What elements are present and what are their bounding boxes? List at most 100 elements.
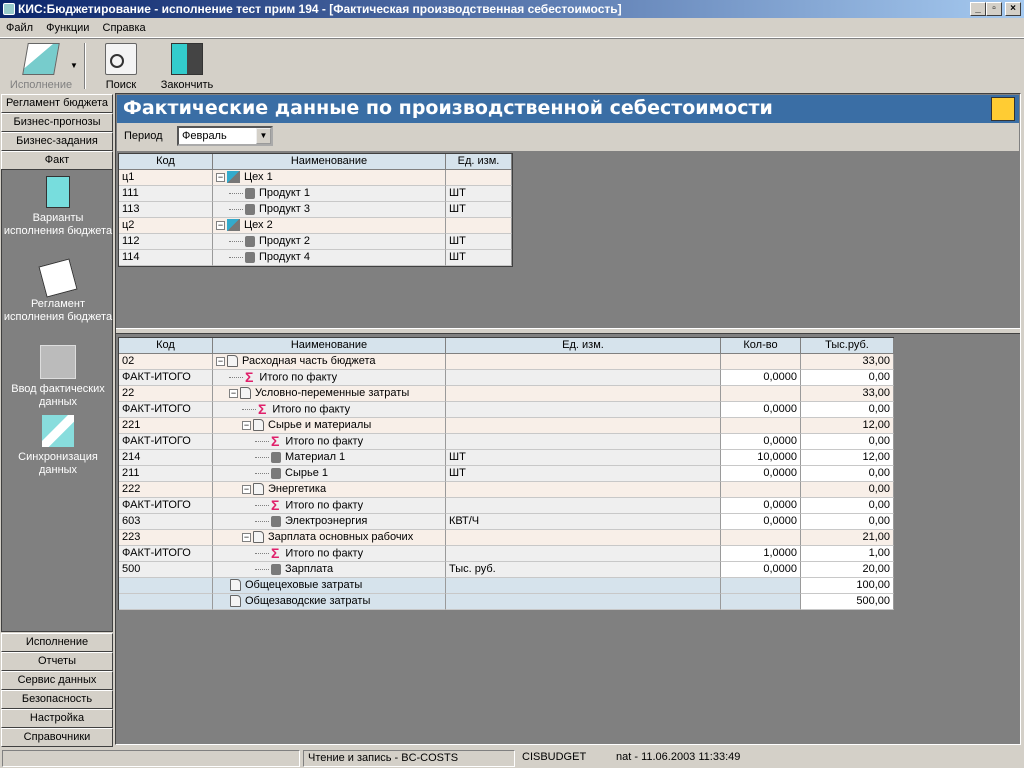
sidebar-link-fact-data-entry[interactable]: Ввод фактических данных bbox=[2, 345, 114, 409]
cell-sum[interactable]: 12,00 bbox=[801, 418, 894, 434]
period-value: Февраль bbox=[182, 130, 227, 142]
sidebar-item-directories[interactable]: Справочники bbox=[1, 728, 113, 747]
hierarchy-icon[interactable] bbox=[991, 97, 1015, 121]
cell-unit: ШТ bbox=[446, 450, 721, 466]
menu-functions[interactable]: Функции bbox=[46, 22, 89, 34]
cell-unit bbox=[446, 578, 721, 594]
tree-collapse-icon[interactable]: − bbox=[242, 484, 251, 494]
menu-help[interactable]: Справка bbox=[103, 22, 146, 34]
cell-sum[interactable]: 0,00 bbox=[801, 482, 894, 498]
dropdown-arrow-icon[interactable]: ▼ bbox=[70, 61, 78, 70]
cell-qty[interactable]: 0,0000 bbox=[721, 562, 801, 578]
cell-sum[interactable]: 0,00 bbox=[801, 370, 894, 386]
cell-qty[interactable] bbox=[721, 418, 801, 434]
sidebar-item-settings[interactable]: Настройка bbox=[1, 709, 113, 728]
cell-sum[interactable]: 0,00 bbox=[801, 434, 894, 450]
cell-qty[interactable]: 10,0000 bbox=[721, 450, 801, 466]
tree-collapse-icon[interactable]: − bbox=[216, 356, 225, 366]
tree-collapse-icon[interactable]: − bbox=[216, 172, 225, 182]
tree-collapse-icon[interactable]: − bbox=[229, 388, 238, 398]
cell-sum[interactable]: 33,00 bbox=[801, 354, 894, 370]
cell-qty[interactable]: 0,0000 bbox=[721, 370, 801, 386]
cell-qty[interactable] bbox=[721, 594, 801, 610]
cell-sum[interactable]: 500,00 bbox=[801, 594, 894, 610]
row-name: Продукт 3 bbox=[259, 203, 310, 215]
sidebar-item-business-forecasts[interactable]: Бизнес-прогнозы bbox=[1, 113, 113, 132]
sidebar-item-fact[interactable]: Факт bbox=[1, 151, 113, 170]
row-name: Условно-переменные затраты bbox=[255, 387, 410, 399]
sidebar-item-business-tasks[interactable]: Бизнес-задания bbox=[1, 132, 113, 151]
cell-qty[interactable]: 0,0000 bbox=[721, 514, 801, 530]
cell-sum[interactable]: 1,00 bbox=[801, 546, 894, 562]
execution-button[interactable]: Исполнение ▼ bbox=[2, 43, 80, 91]
row-name: Зарплата bbox=[285, 563, 334, 575]
cell-qty[interactable]: 0,0000 bbox=[721, 466, 801, 482]
cell-sum[interactable]: 21,00 bbox=[801, 530, 894, 546]
tree-line bbox=[229, 377, 243, 378]
tree-collapse-icon[interactable]: − bbox=[216, 220, 225, 230]
cell-sum[interactable]: 20,00 bbox=[801, 562, 894, 578]
cell-name: Продукт 1 bbox=[213, 186, 446, 202]
splitter[interactable] bbox=[116, 328, 1020, 334]
sidebar-item-security[interactable]: Безопасность bbox=[1, 690, 113, 709]
status-user: nat - 11.06.2003 11:33:49 bbox=[616, 751, 741, 763]
sidebar-link-budget-variants[interactable]: Варианты исполнения бюджета bbox=[2, 176, 114, 238]
column-header[interactable]: Тыс.руб. bbox=[801, 338, 894, 354]
cell-qty[interactable] bbox=[721, 354, 801, 370]
cell-qty[interactable] bbox=[721, 386, 801, 402]
column-header[interactable]: Кол-во bbox=[721, 338, 801, 354]
exit-door-icon bbox=[171, 43, 203, 75]
cell-unit bbox=[446, 170, 512, 186]
maximize-button[interactable]: ▫ bbox=[986, 2, 1002, 16]
sidebar-item-execution[interactable]: Исполнение bbox=[1, 633, 113, 652]
cell-code: 223 bbox=[119, 530, 213, 546]
sidebar-item-budget-regulation[interactable]: Регламент бюджета bbox=[1, 94, 113, 113]
column-header[interactable]: Наименование bbox=[213, 338, 446, 354]
column-header[interactable]: Ед. изм. bbox=[446, 338, 721, 354]
cell-unit: ШТ bbox=[446, 466, 721, 482]
cell-sum[interactable]: 33,00 bbox=[801, 386, 894, 402]
cell-qty[interactable]: 0,0000 bbox=[721, 498, 801, 514]
cell-qty[interactable] bbox=[721, 530, 801, 546]
cell-sum[interactable]: 0,00 bbox=[801, 498, 894, 514]
cell-name: Продукт 4 bbox=[213, 250, 446, 266]
sidebar-link-execution-regulation[interactable]: Регламент исполнения бюджета bbox=[2, 258, 114, 324]
cell-sum[interactable]: 0,00 bbox=[801, 466, 894, 482]
column-header[interactable]: Ед. изм. bbox=[446, 154, 512, 170]
main-area: Фактические данные по производственной с… bbox=[115, 93, 1021, 745]
minimize-button[interactable]: _ bbox=[970, 2, 986, 16]
cell-qty[interactable]: 0,0000 bbox=[721, 402, 801, 418]
cell-code: 211 bbox=[119, 466, 213, 482]
cell-sum[interactable]: 12,00 bbox=[801, 450, 894, 466]
cell-sum[interactable]: 100,00 bbox=[801, 578, 894, 594]
cell-sum[interactable]: 0,00 bbox=[801, 402, 894, 418]
tree-collapse-icon[interactable]: − bbox=[242, 532, 251, 542]
period-select[interactable]: Февраль ▼ bbox=[177, 126, 273, 146]
cell-code: ФАКТ-ИТОГО bbox=[119, 546, 213, 562]
cell-qty[interactable] bbox=[721, 482, 801, 498]
sidebar-link-data-sync[interactable]: Синхронизация данных bbox=[2, 415, 114, 477]
cell-qty[interactable] bbox=[721, 578, 801, 594]
product-icon bbox=[245, 187, 255, 199]
tree-collapse-icon[interactable]: − bbox=[242, 420, 251, 430]
cell-qty[interactable]: 0,0000 bbox=[721, 434, 801, 450]
column-header[interactable]: Код bbox=[119, 338, 213, 354]
column-header[interactable]: Наименование bbox=[213, 154, 446, 170]
close-button[interactable]: × bbox=[1005, 2, 1021, 16]
cell-code: 214 bbox=[119, 450, 213, 466]
search-button[interactable]: Поиск bbox=[98, 43, 144, 91]
menu-file[interactable]: Файл bbox=[6, 22, 33, 34]
cell-name: − Цех 2 bbox=[213, 218, 446, 234]
cell-unit: ШТ bbox=[446, 202, 512, 218]
sidebar-item-data-service[interactable]: Сервис данных bbox=[1, 671, 113, 690]
tree-line bbox=[255, 505, 269, 506]
folder-icon bbox=[22, 43, 60, 75]
product-icon bbox=[245, 235, 255, 247]
finish-button[interactable]: Закончить bbox=[156, 43, 218, 91]
column-header[interactable]: Код bbox=[119, 154, 213, 170]
cell-qty[interactable]: 1,0000 bbox=[721, 546, 801, 562]
sidebar-item-reports[interactable]: Отчеты bbox=[1, 652, 113, 671]
cell-sum[interactable]: 0,00 bbox=[801, 514, 894, 530]
toolbar-separator bbox=[84, 43, 86, 89]
chevron-down-icon[interactable]: ▼ bbox=[256, 128, 271, 144]
